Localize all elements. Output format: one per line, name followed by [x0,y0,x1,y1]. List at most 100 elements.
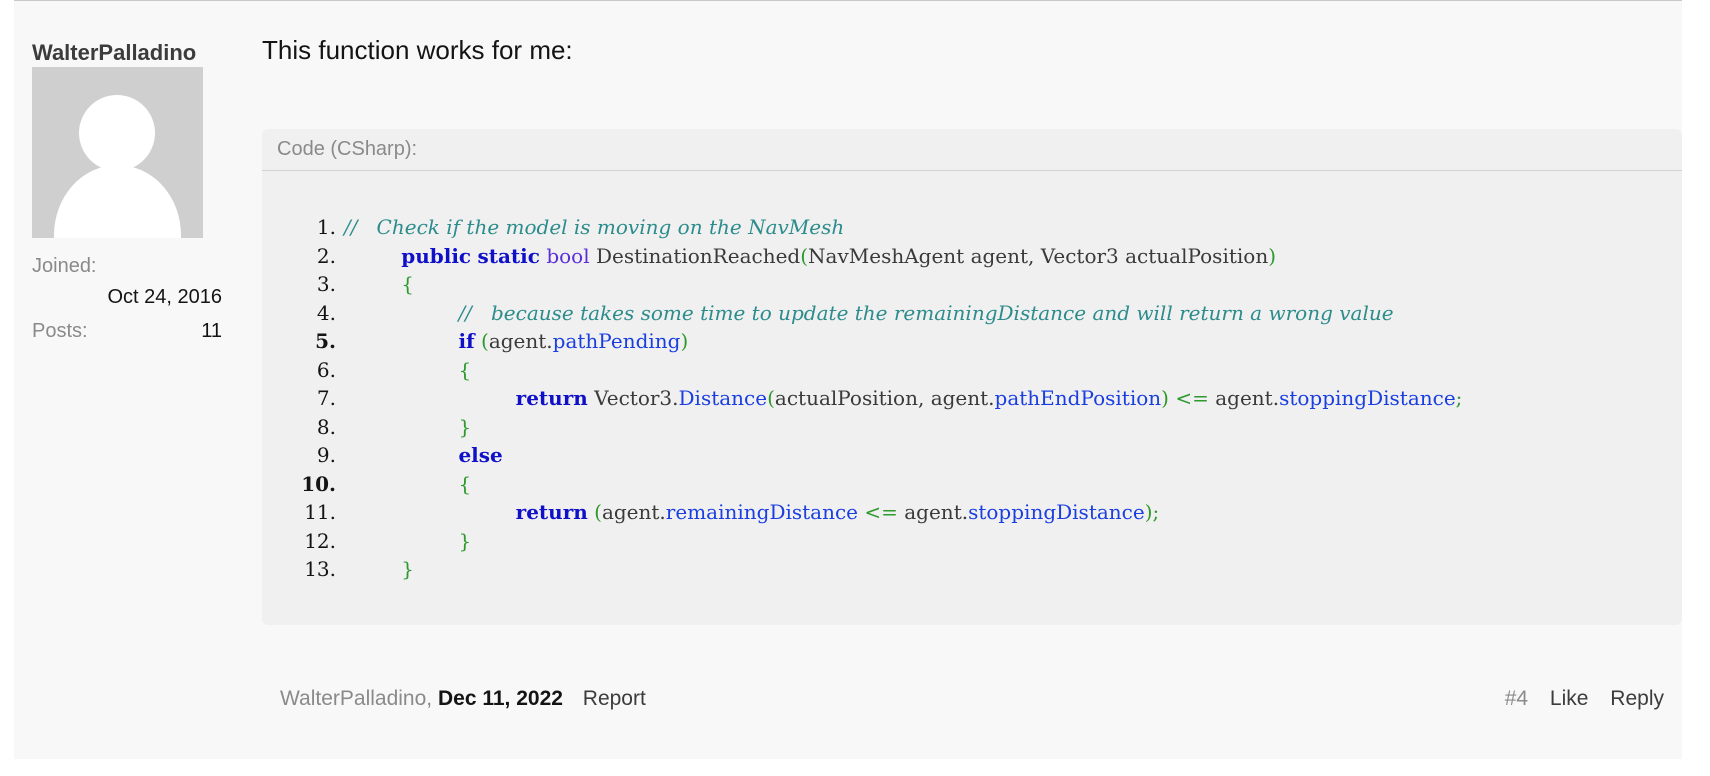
code-line: 12. } [262,527,1682,556]
avatar-head-shape [79,95,155,171]
code-token: pathPending [552,329,681,353]
code-token: { [458,471,472,496]
line-code: return (agent.remainingDistance <= agent… [344,498,1160,527]
line-code: return Vector3.Distance(actualPosition, … [344,384,1463,413]
code-token: remainingDistance [665,500,859,524]
line-number: 2. [316,243,336,268]
avatar[interactable] [32,67,203,238]
code-line: 10. { [262,470,1682,499]
code-line: 11. return (agent.remainingDistance <= a… [262,498,1682,527]
code-token: ; [1455,386,1463,410]
line-number: 9. [316,443,336,467]
post-actions: #4 Like Reply [1505,687,1664,711]
code-token: public [401,243,472,268]
posts-value[interactable]: 11 [201,314,222,348]
post-author-link[interactable]: WalterPalladino, [280,687,432,710]
code-token: ); [1144,500,1160,524]
user-extra-info: Joined: Oct 24, 2016 Posts: 11 [32,252,222,348]
code-token: return [515,386,588,410]
code-token: agent. [897,500,969,524]
code-token: <= [1175,386,1209,410]
line-code: // because takes some time to update the… [344,299,1394,328]
code-line: 5. if (agent.pathPending) [262,327,1682,356]
code-token: actualPosition, agent. [774,386,995,410]
line-number: 1. [316,215,336,239]
user-info-panel: WalterPalladino Joined: Oct 24, 2016 Pos… [32,39,222,348]
line-number: 8. [316,414,336,439]
code-token: NavMeshAgent agent, Vector3 actualPositi… [808,243,1269,268]
line-number: 6. [316,357,336,382]
forum-post: WalterPalladino Joined: Oct 24, 2016 Pos… [14,0,1682,759]
line-number: 4. [316,300,336,325]
code-line: 9. else [262,441,1682,470]
report-button[interactable]: Report [583,687,646,710]
code-line: 8. } [262,413,1682,442]
code-token: { [458,357,472,382]
code-line: 3. { [262,270,1682,299]
avatar-body-shape [54,165,181,238]
line-number: 11. [304,500,336,524]
line-code: // Check if the model is moving on the N… [344,213,844,242]
code-token: ( [800,243,809,268]
line-number: 12. [304,528,336,553]
code-token: Distance [678,386,768,410]
code-token: ( [767,386,775,410]
message-text: This function works for me: [262,35,573,65]
line-number: 13. [304,557,336,581]
line-code: } [344,555,414,584]
code-token: } [401,557,414,581]
post-date-link[interactable]: Dec 11, 2022 [438,687,563,710]
code-token: bool [546,243,590,268]
code-token: agent. [601,500,666,524]
joined-label: Joined: [32,255,97,277]
code-token: agent. [488,329,553,353]
code-token: ) [680,329,689,353]
joined-value: Oct 24, 2016 [107,286,222,308]
line-code: } [344,413,471,442]
posts-row: Posts: 11 [32,314,222,348]
code-line: 13. } [262,555,1682,584]
line-code: { [344,470,471,499]
like-button[interactable]: Like [1550,687,1589,710]
code-token: // Check if the model is moving on the N… [344,215,845,239]
line-code: } [344,527,471,556]
code-block-header: Code (CSharp): [262,129,1682,171]
reply-button[interactable]: Reply [1610,687,1664,710]
code-body[interactable]: 1. // Check if the model is moving on the… [262,171,1682,584]
post-footer: WalterPalladino, Dec 11, 2022 Report #4 … [262,687,1682,717]
code-token: stoppingDistance [1279,386,1456,410]
code-token: agent. [1208,386,1280,410]
line-number: 3. [316,272,336,296]
code-line: 7. return Vector3.Distance(actualPositio… [262,384,1682,413]
line-number: 10. [301,471,336,496]
line-code: { [344,270,414,299]
code-line: 4. // because takes some time to update … [262,299,1682,328]
line-code: if (agent.pathPending) [344,327,688,356]
code-token: static [477,243,540,268]
username-link[interactable]: WalterPalladino [32,39,222,67]
code-token: ) [1161,386,1169,410]
code-token: if [458,329,475,353]
code-token: <= [864,500,898,524]
code-line: 2. public static bool DestinationReached… [262,242,1682,271]
line-number: 5. [315,329,336,353]
code-token: pathEndPosition [994,386,1162,410]
line-code: public static bool DestinationReached(Na… [344,242,1276,271]
code-token: // because takes some time to update the… [458,300,1394,325]
code-token: stoppingDistance [968,500,1145,524]
line-code: else [344,441,502,470]
line-number: 7. [316,386,336,410]
post-number-link[interactable]: #4 [1505,687,1528,710]
line-code: { [344,356,471,385]
code-token: return [515,500,588,524]
